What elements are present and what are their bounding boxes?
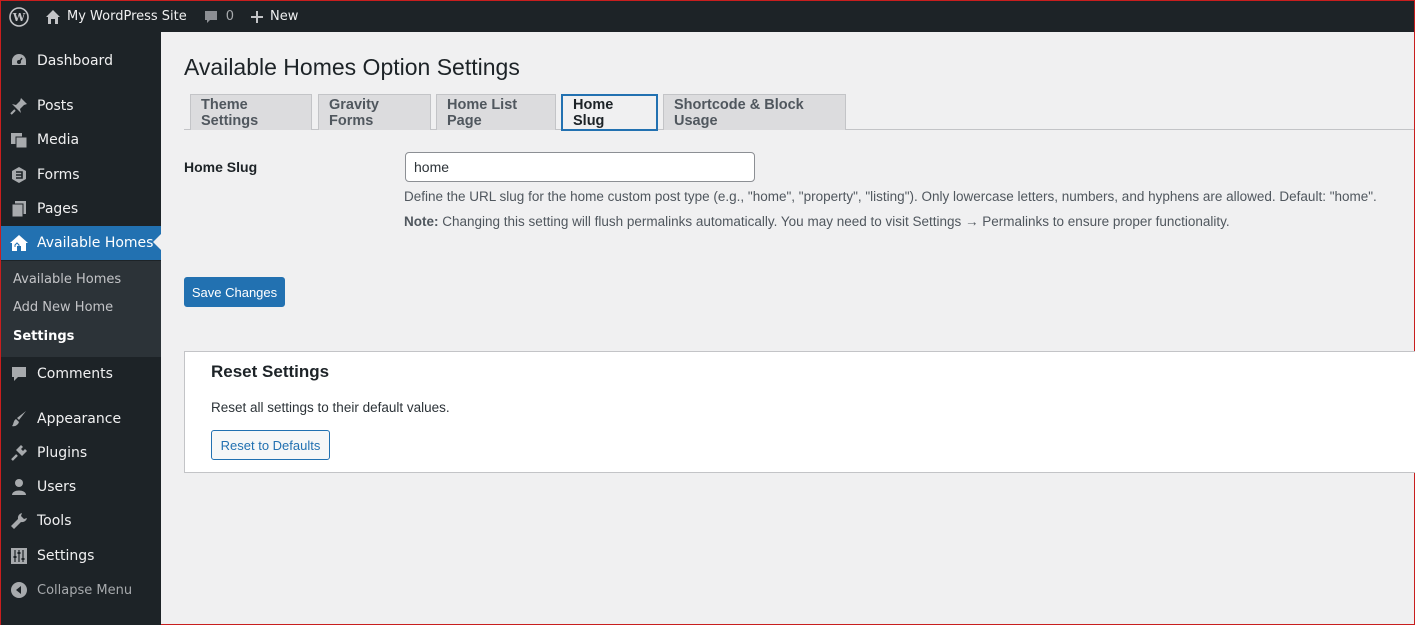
new-content-link[interactable]: New <box>242 1 306 32</box>
available-homes-submenu: Available Homes Add New Home Settings <box>1 261 161 357</box>
homes-icon <box>1 234 37 252</box>
sidebar-item-label: Comments <box>37 366 113 382</box>
settings-tabs: Theme Settings Gravity Forms Home List P… <box>184 94 1414 131</box>
sidebar-item-dashboard[interactable]: Dashboard <box>1 44 161 78</box>
sidebar-item-label: Dashboard <box>37 53 113 69</box>
plug-icon <box>1 444 37 462</box>
svg-text:W: W <box>12 11 26 24</box>
sidebar-item-users[interactable]: Users <box>1 470 161 504</box>
new-label: New <box>270 9 299 24</box>
admin-sidebar: Dashboard Posts Media Forms Pages Availa… <box>1 32 161 625</box>
tab-gravity-forms[interactable]: Gravity Forms <box>318 94 431 130</box>
collapse-menu-button[interactable]: Collapse Menu <box>1 573 161 607</box>
comment-count: 0 <box>225 9 235 24</box>
page-title: Available Homes Option Settings <box>184 54 520 80</box>
sliders-icon <box>1 547 37 565</box>
reset-settings-panel: Reset Settings Reset all settings to the… <box>184 351 1415 473</box>
sidebar-item-plugins[interactable]: Plugins <box>1 436 161 470</box>
forms-icon <box>1 166 37 184</box>
sidebar-item-available-homes[interactable]: Available Homes <box>1 226 161 260</box>
collapse-icon <box>1 581 37 599</box>
home-slug-input[interactable] <box>405 152 755 182</box>
site-name: My WordPress Site <box>67 9 187 24</box>
sidebar-item-label: Pages <box>37 201 79 217</box>
tab-home-list-page[interactable]: Home List Page <box>436 94 556 130</box>
sidebar-item-settings[interactable]: Settings <box>1 539 161 573</box>
reset-settings-title: Reset Settings <box>211 362 330 381</box>
comment-bubble-icon <box>203 9 219 25</box>
sidebar-item-label: Users <box>37 479 77 495</box>
home-slug-label: Home Slug <box>184 159 258 175</box>
reset-to-defaults-button[interactable]: Reset to Defaults <box>211 430 330 460</box>
wordpress-logo-icon[interactable]: W <box>1 1 37 32</box>
pages-icon <box>1 200 37 218</box>
sidebar-item-comments[interactable]: Comments <box>1 357 161 391</box>
site-name-link[interactable]: My WordPress Site <box>37 1 195 32</box>
sidebar-item-label: Appearance <box>37 411 122 427</box>
sidebar-item-appearance[interactable]: Appearance <box>1 402 161 436</box>
submenu-item-available-homes[interactable]: Available Homes <box>13 272 121 287</box>
comment-icon <box>1 365 37 383</box>
permalink-note: Note: Changing this setting will flush p… <box>404 214 1230 229</box>
sidebar-item-posts[interactable]: Posts <box>1 89 161 123</box>
plus-icon <box>250 10 264 24</box>
sidebar-item-label: Collapse Menu <box>37 582 133 598</box>
media-icon <box>1 131 37 149</box>
submenu-item-add-new-home[interactable]: Add New Home <box>13 300 113 315</box>
sidebar-item-forms[interactable]: Forms <box>1 158 161 192</box>
note-text: Changing this setting will flush permali… <box>438 214 1230 229</box>
sidebar-item-label: Posts <box>37 98 74 114</box>
sidebar-item-tools[interactable]: Tools <box>1 504 161 538</box>
tab-shortcode-block-usage[interactable]: Shortcode & Block Usage <box>663 94 846 130</box>
pin-icon <box>1 97 37 115</box>
home-icon <box>45 9 61 25</box>
home-slug-description: Define the URL slug for the home custom … <box>404 189 1377 204</box>
comments-link[interactable]: 0 <box>195 1 242 32</box>
save-changes-button[interactable]: Save Changes <box>184 277 285 307</box>
sidebar-item-label: Settings <box>37 548 95 564</box>
sidebar-item-label: Available Homes <box>37 235 154 251</box>
sidebar-item-label: Forms <box>37 167 80 183</box>
sidebar-item-media[interactable]: Media <box>1 123 161 157</box>
sidebar-item-pages[interactable]: Pages <box>1 192 161 226</box>
sidebar-item-label: Plugins <box>37 445 88 461</box>
brush-icon <box>1 410 37 428</box>
sidebar-item-label: Media <box>37 132 80 148</box>
sidebar-item-label: Tools <box>37 513 72 529</box>
reset-settings-text: Reset all settings to their default valu… <box>211 400 450 415</box>
tab-home-slug[interactable]: Home Slug <box>561 94 658 131</box>
wrench-icon <box>1 512 37 530</box>
tab-theme-settings[interactable]: Theme Settings <box>190 94 312 130</box>
dashboard-icon <box>1 52 37 70</box>
submenu-item-settings[interactable]: Settings <box>13 329 74 344</box>
admin-bar: W My WordPress Site 0 New <box>1 1 1414 32</box>
note-label: Note: <box>404 214 439 229</box>
main-content: Available Homes Option Settings Theme Se… <box>162 32 1415 625</box>
user-icon <box>1 478 37 496</box>
